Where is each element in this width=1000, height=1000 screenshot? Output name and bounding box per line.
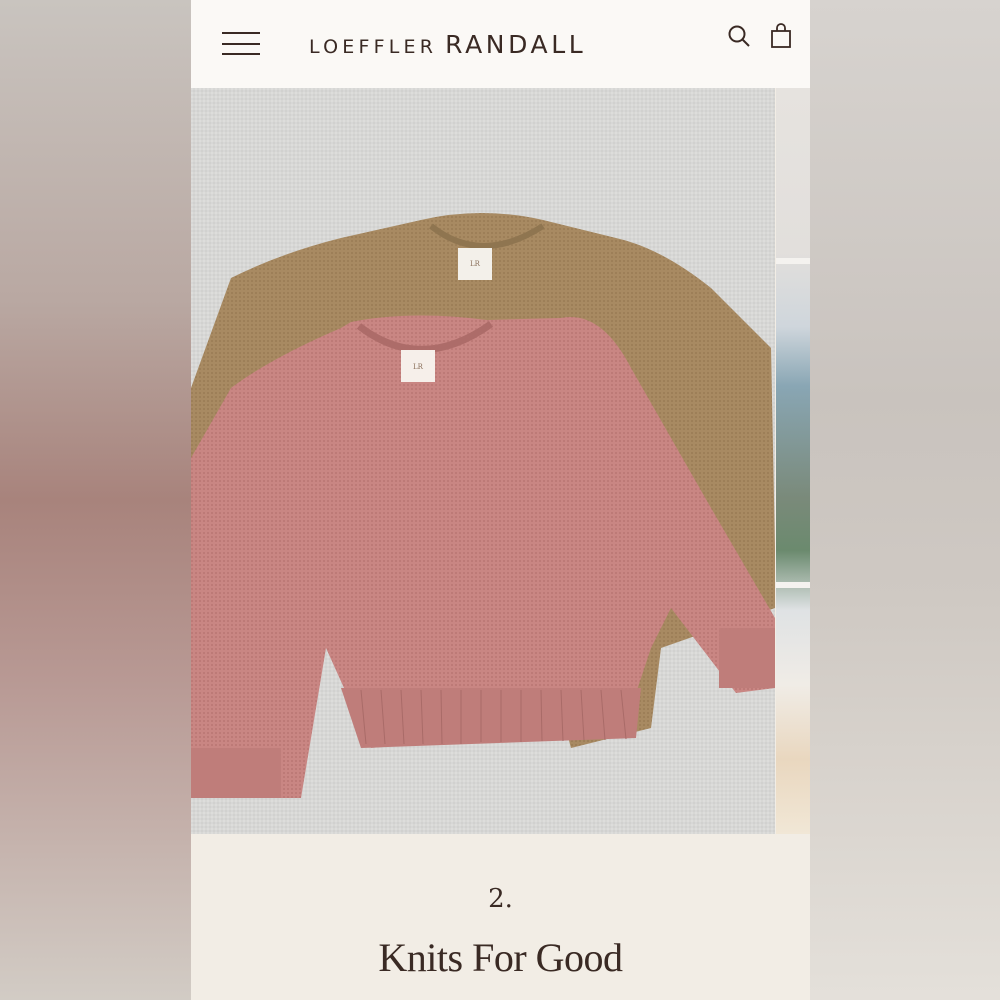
image-carousel[interactable]: LR LR bbox=[191, 88, 810, 834]
brand-logo[interactable]: LOEFFLER RANDALL bbox=[309, 30, 586, 60]
slide-number: 2. bbox=[488, 884, 513, 914]
slide-title: Knits For Good bbox=[378, 935, 623, 980]
slide-caption: 2. Knits For Good bbox=[191, 834, 810, 1000]
blurred-backdrop-right bbox=[810, 0, 1000, 1000]
svg-text:LR: LR bbox=[470, 260, 481, 268]
search-icon[interactable] bbox=[727, 24, 751, 48]
brand-logo-first: LOEFFLER bbox=[309, 36, 438, 58]
mobile-page: LOEFFLER RANDALL LR LR 2. Knits For Good bbox=[191, 0, 810, 1000]
carousel-slide-sweaters[interactable]: LR LR bbox=[191, 88, 775, 834]
window-frame bbox=[776, 258, 810, 588]
shopping-bag-icon[interactable] bbox=[770, 23, 792, 49]
hamburger-menu-icon[interactable] bbox=[222, 32, 260, 56]
site-header: LOEFFLER RANDALL bbox=[191, 0, 810, 88]
svg-text:LR: LR bbox=[413, 363, 424, 371]
sweaters-photo: LR LR bbox=[191, 213, 775, 798]
carousel-slide-next-peek[interactable] bbox=[776, 88, 810, 834]
brand-logo-second: RANDALL bbox=[445, 30, 587, 59]
